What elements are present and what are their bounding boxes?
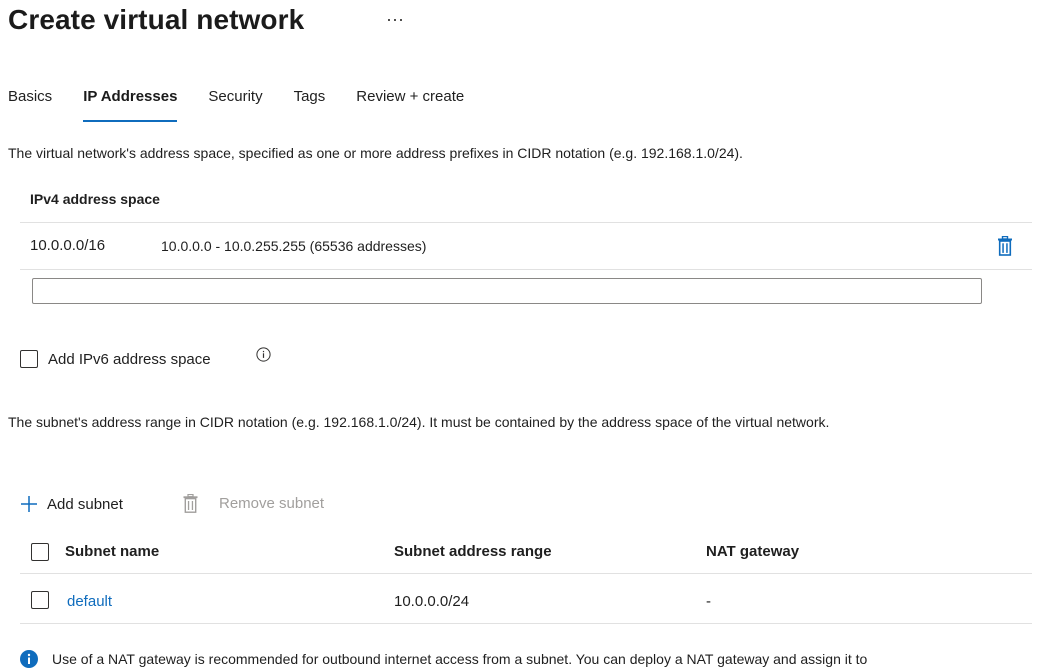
trash-icon[interactable] (997, 235, 1013, 256)
tab-ip-addresses[interactable]: IP Addresses (83, 86, 178, 122)
ipv4-address-space-header: IPv4 address space (30, 191, 160, 207)
add-subnet-button[interactable]: Add subnet (20, 495, 123, 513)
column-header-subnet-address-range[interactable]: Subnet address range (394, 543, 552, 560)
address-space-description: The virtual network's address space, spe… (8, 145, 743, 161)
select-all-checkbox[interactable] (31, 543, 49, 561)
address-space-row: 10.0.0.0/16 10.0.0.0 - 10.0.255.255 (655… (20, 223, 1032, 270)
more-options-button[interactable]: ··· (386, 9, 404, 30)
info-filled-icon (20, 650, 38, 668)
address-range: 10.0.0.0 - 10.0.255.255 (65536 addresses… (161, 238, 427, 254)
subnet-table-header: Subnet name Subnet address range NAT gat… (20, 533, 1032, 574)
tab-tags[interactable]: Tags (294, 86, 326, 122)
info-icon[interactable] (256, 347, 271, 362)
tab-bar: Basics IP Addresses Security Tags Review… (8, 86, 495, 122)
address-cidr: 10.0.0.0/16 (30, 237, 106, 254)
add-subnet-label: Add subnet (47, 495, 123, 513)
plus-icon (20, 495, 38, 513)
column-header-subnet-name[interactable]: Subnet name (65, 543, 159, 560)
info-note-text: Use of a NAT gateway is recommended for … (52, 651, 868, 667)
new-address-space-input[interactable] (32, 278, 982, 304)
page-title: Create virtual network (8, 4, 305, 35)
remove-subnet-label: Remove subnet (219, 495, 325, 512)
remove-subnet-button[interactable]: Remove subnet (180, 493, 325, 513)
row-checkbox[interactable] (31, 591, 49, 609)
subnet-description: The subnet's address range in CIDR notat… (8, 414, 830, 430)
trash-icon (183, 493, 198, 513)
subnet-name-link[interactable]: default (67, 593, 112, 610)
subnet-nat-gateway: - (706, 593, 711, 610)
tab-review-create[interactable]: Review + create (356, 86, 464, 122)
tab-security[interactable]: Security (208, 86, 262, 122)
ipv6-label: Add IPv6 address space (48, 351, 211, 368)
nat-info-note: Use of a NAT gateway is recommended for … (20, 650, 867, 668)
subnet-address-range: 10.0.0.0/24 (394, 593, 470, 610)
table-row: default 10.0.0.0/24 - (20, 583, 1032, 624)
column-header-nat-gateway[interactable]: NAT gateway (706, 543, 799, 560)
tab-basics[interactable]: Basics (8, 86, 52, 122)
ipv6-checkbox[interactable] (20, 350, 38, 368)
